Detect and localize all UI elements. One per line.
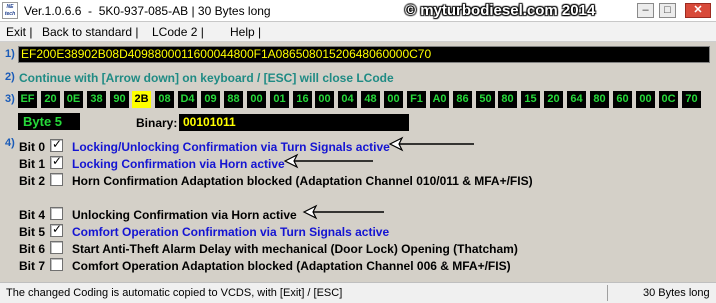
byte-cell[interactable]: 48	[361, 91, 380, 108]
byte-cell[interactable]: EF	[18, 91, 37, 108]
bit-description: Start Anti-Theft Alarm Delay with mechan…	[72, 242, 518, 256]
annotation-arrow-icon	[388, 136, 476, 152]
byte-cell[interactable]: 2B	[132, 91, 151, 108]
binary-label: Binary:	[136, 116, 178, 130]
bit-name: Bit 1	[19, 157, 46, 171]
minimize-button[interactable]: –	[637, 3, 654, 18]
byte-cell[interactable]: 0C	[659, 91, 678, 108]
section-2-label: 2)	[5, 71, 15, 83]
annotation-arrow-icon	[302, 204, 386, 220]
byte-cell[interactable]: 80	[498, 91, 517, 108]
byte-cell[interactable]: 15	[521, 91, 540, 108]
byte-cell[interactable]: 38	[87, 91, 106, 108]
bit-1-checkbox[interactable]: ✓	[50, 154, 63, 169]
section-1-label: 1)	[5, 48, 15, 60]
selected-byte-label: Byte 5	[18, 113, 80, 130]
window-title: Ver.1.0.6.6 - 5K0-937-085-AB | 30 Bytes …	[24, 4, 271, 18]
check-icon: ✓	[52, 222, 63, 236]
menu-lcode2[interactable]: LCode 2 |	[152, 25, 204, 39]
menu-back-to-standard[interactable]: Back to standard |	[42, 25, 139, 39]
maximize-button[interactable]: □	[659, 3, 676, 18]
keyboard-hint: Continue with [Arrow down] on keyboard /…	[19, 71, 394, 85]
menu-help[interactable]: Help |	[230, 25, 261, 39]
bit-row-2: Bit 2 Horn Confirmation Adaptation block…	[19, 173, 699, 189]
bit-6-checkbox[interactable]	[50, 241, 63, 254]
copyright-watermark: © myturbodiesel.com 2014	[405, 2, 596, 19]
section-3-label: 3)	[5, 93, 15, 105]
byte-cell[interactable]: 20	[41, 91, 60, 108]
bit-description: Locking/Unlocking Confirmation via Turn …	[72, 140, 390, 154]
binary-value-field: 00101011	[179, 114, 409, 131]
byte-cell[interactable]: 60	[613, 91, 632, 108]
app-icon: NE tech	[2, 2, 18, 19]
menu-exit[interactable]: Exit |	[6, 25, 32, 39]
status-message: The changed Coding is automatic copied t…	[6, 287, 343, 299]
title-bar: NE tech Ver.1.0.6.6 - 5K0-937-085-AB | 3…	[0, 0, 716, 22]
bit-name: Bit 5	[19, 225, 46, 239]
app-icon-text-bottom: tech	[4, 11, 16, 17]
bit-description: Horn Confirmation Adaptation blocked (Ad…	[72, 174, 533, 188]
byte-cell[interactable]: 01	[270, 91, 289, 108]
bit-4-checkbox[interactable]	[50, 207, 63, 220]
status-divider	[607, 285, 608, 301]
bit-7-checkbox[interactable]	[50, 258, 63, 271]
byte-cell[interactable]: 00	[636, 91, 655, 108]
byte-cell[interactable]: 88	[224, 91, 243, 108]
byte-cell[interactable]: 64	[567, 91, 586, 108]
byte-cell[interactable]: 20	[544, 91, 563, 108]
byte-cell[interactable]: D4	[178, 91, 197, 108]
bit-5-checkbox[interactable]: ✓	[50, 222, 63, 237]
byte-cell[interactable]: 00	[384, 91, 403, 108]
byte-cell[interactable]: 16	[293, 91, 312, 108]
bit-name: Bit 0	[19, 140, 46, 154]
close-button[interactable]: ✕	[685, 3, 711, 18]
status-bar: The changed Coding is automatic copied t…	[0, 282, 716, 303]
bit-row-7: Bit 7 Comfort Operation Adaptation block…	[19, 258, 699, 274]
byte-cell[interactable]: 00	[315, 91, 334, 108]
bit-0-checkbox[interactable]: ✓	[50, 137, 63, 152]
byte-cell[interactable]: 08	[155, 91, 174, 108]
coding-hex-field[interactable]: EF200E38902B08D4098800011600044800F1A086…	[18, 46, 710, 63]
byte-cell[interactable]: 86	[453, 91, 472, 108]
byte-cell[interactable]: A0	[430, 91, 449, 108]
bit-name: Bit 4	[19, 208, 46, 222]
app-icon-text-top: NE	[6, 4, 14, 10]
bit-2-checkbox[interactable]	[50, 173, 63, 186]
bit-name: Bit 2	[19, 174, 46, 188]
byte-cell[interactable]: 70	[682, 91, 701, 108]
byte-cell[interactable]: 0E	[64, 91, 83, 108]
bit-description: Locking Confirmation via Horn active	[72, 157, 285, 171]
section-4-label: 4)	[5, 137, 15, 149]
bit-row-5: Bit 5 ✓ Comfort Operation Confirmation v…	[19, 222, 699, 240]
bit-name: Bit 6	[19, 242, 46, 256]
byte-cell[interactable]: 04	[338, 91, 357, 108]
byte-cell[interactable]: 50	[476, 91, 495, 108]
annotation-arrow-icon	[283, 153, 375, 169]
bit-description: Comfort Operation Confirmation via Turn …	[72, 225, 390, 239]
menu-bar: Exit | Back to standard | LCode 2 | Help…	[0, 22, 716, 42]
byte-cell[interactable]: 90	[110, 91, 129, 108]
bit-description: Unlocking Confirmation via Horn active	[72, 208, 297, 222]
check-icon: ✓	[52, 137, 63, 151]
status-byte-count: 30 Bytes long	[643, 287, 710, 299]
byte-cell[interactable]: 00	[247, 91, 266, 108]
bit-name: Bit 7	[19, 259, 46, 273]
byte-cell[interactable]: F1	[407, 91, 426, 108]
byte-cell[interactable]: 80	[590, 91, 609, 108]
bit-description: Comfort Operation Adaptation blocked (Ad…	[72, 259, 511, 273]
bit-row-6: Bit 6 Start Anti-Theft Alarm Delay with …	[19, 241, 699, 257]
check-icon: ✓	[52, 154, 63, 168]
byte-cell[interactable]: 09	[201, 91, 220, 108]
